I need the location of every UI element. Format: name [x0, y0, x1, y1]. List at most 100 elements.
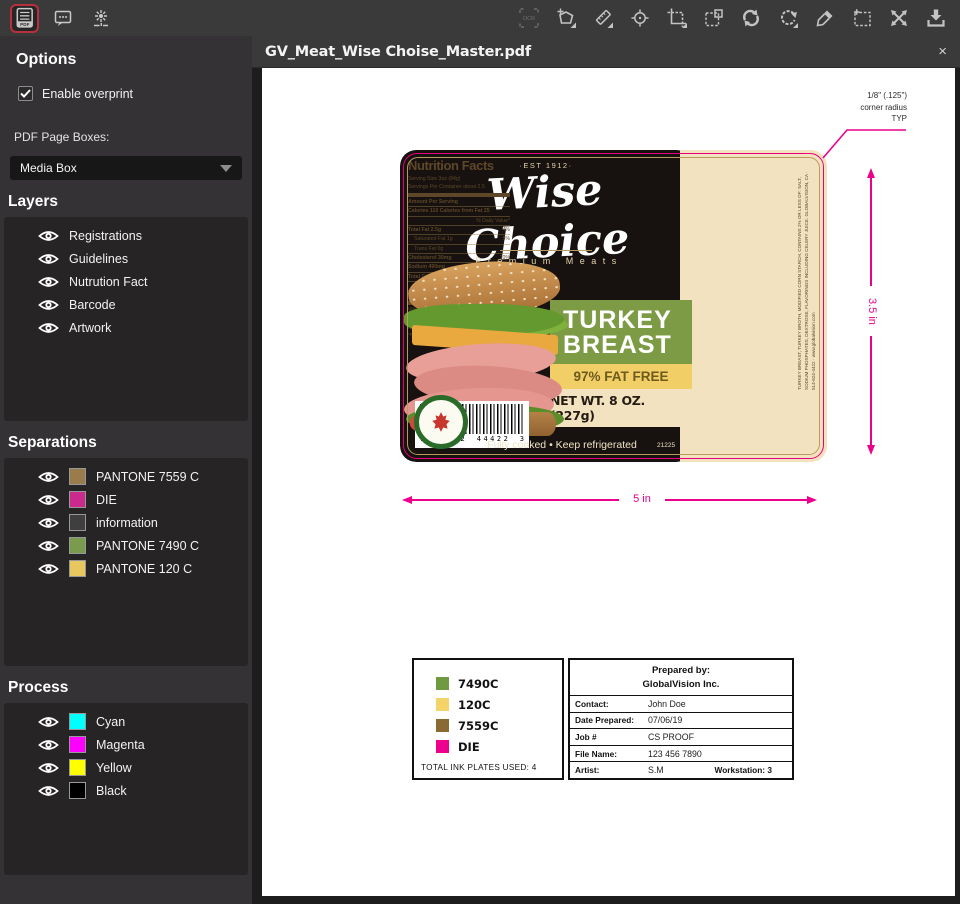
expand-arrows-icon — [888, 7, 910, 29]
eye-visibility-icon[interactable] — [38, 738, 59, 752]
flare-icon — [90, 7, 112, 29]
ink-color-swatch — [436, 698, 449, 711]
process-row[interactable]: Yellow — [4, 756, 248, 779]
download-button[interactable] — [921, 4, 950, 33]
check-icon — [20, 89, 31, 98]
prepared-by-row: Job # CS PROOF — [570, 729, 792, 746]
eye-visibility-icon[interactable] — [38, 784, 59, 798]
eye-visibility-icon[interactable] — [38, 321, 59, 335]
layer-label: Nutrution Fact — [69, 275, 148, 289]
layer-label: Guidelines — [69, 252, 128, 266]
measure-button[interactable] — [588, 4, 617, 33]
separation-row[interactable]: DIE — [4, 488, 248, 511]
add-region-button[interactable] — [847, 4, 876, 33]
separation-label: information — [96, 516, 158, 530]
process-row[interactable]: Magenta — [4, 733, 248, 756]
eye-visibility-icon[interactable] — [38, 539, 59, 553]
layer-row[interactable]: Guidelines — [4, 247, 248, 270]
eyedropper-button[interactable] — [810, 4, 839, 33]
sync-icon — [740, 7, 762, 29]
prepared-by-table: Prepared by: GlobalVision Inc. Contact: … — [568, 658, 794, 780]
ink-color-swatch — [436, 677, 449, 690]
process-color-swatch — [69, 782, 86, 799]
transform-box-button[interactable] — [699, 4, 728, 33]
pdf-page-canvas[interactable]: ·EST 1912· Wise Choice Premium Meats — [262, 68, 955, 896]
ink-plate-row: DIE — [436, 736, 562, 757]
eyedropper-icon — [814, 7, 836, 29]
process-label: Yellow — [96, 761, 132, 775]
process-color-swatch — [69, 759, 86, 776]
dieline-outline — [403, 153, 824, 459]
page-box-selected-value: Media Box — [20, 161, 77, 175]
arrow-down-icon — [867, 445, 875, 455]
ink-plates-table: 7490C 120C 7559C — [412, 658, 564, 780]
eye-visibility-icon[interactable] — [38, 715, 59, 729]
ink-color-swatch — [436, 740, 449, 753]
separation-color-swatch — [69, 468, 86, 485]
corner-radius-line1: 1/8" (.125") — [802, 90, 907, 102]
eye-visibility-icon[interactable] — [38, 229, 59, 243]
separation-row[interactable]: PANTONE 7490 C — [4, 534, 248, 557]
page-box-dropdown[interactable]: Media Box — [10, 156, 242, 180]
ocr-button[interactable]: OCR — [514, 4, 543, 33]
layer-row[interactable]: Artwork — [4, 316, 248, 339]
eye-visibility-icon[interactable] — [38, 470, 59, 484]
download-icon — [925, 7, 947, 29]
ink-total-text: TOTAL INK PLATES USED: 4 — [421, 763, 537, 772]
sync-button[interactable] — [736, 4, 765, 33]
eye-visibility-icon[interactable] — [38, 562, 59, 576]
eye-visibility-icon[interactable] — [38, 252, 59, 266]
separation-label: PANTONE 7490 C — [96, 539, 199, 553]
layer-row[interactable]: Barcode — [4, 293, 248, 316]
layer-row[interactable]: Registrations — [4, 224, 248, 247]
pdf-page-boxes-label: PDF Page Boxes: — [0, 110, 252, 150]
rotate-button[interactable] — [773, 4, 802, 33]
prepared-row-label: Date Prepared: — [570, 715, 648, 725]
process-row[interactable]: Black — [4, 779, 248, 802]
separation-row[interactable]: PANTONE 120 C — [4, 557, 248, 580]
close-icon[interactable]: × — [938, 44, 947, 59]
layer-label: Registrations — [69, 229, 142, 243]
prepared-row-label: Job # — [570, 732, 648, 742]
chevron-down-icon — [220, 165, 232, 172]
dimension-line — [870, 336, 872, 447]
crop-button[interactable] — [662, 4, 691, 33]
prepared-row-value: 07/06/19 — [648, 715, 682, 725]
separation-row[interactable]: information — [4, 511, 248, 534]
prepared-by-row: File Name: 123 456 7890 — [570, 746, 792, 763]
dimension-line — [665, 499, 808, 501]
enable-overprint-checkbox[interactable] — [18, 86, 33, 101]
prepared-row-label: Contact: — [570, 699, 648, 709]
prepared-by-header: Prepared by: GlobalVision Inc. — [570, 660, 792, 696]
separation-row[interactable]: PANTONE 7559 C — [4, 465, 248, 488]
polygon-plus-icon — [555, 7, 577, 29]
ruler-icon — [592, 7, 614, 29]
eye-visibility-icon[interactable] — [38, 493, 59, 507]
pdf-options-button[interactable]: PDF — [10, 4, 39, 33]
process-color-swatch — [69, 713, 86, 730]
corner-radius-note: 1/8" (.125") corner radius TYP — [802, 90, 907, 125]
crosshair-button[interactable] — [625, 4, 654, 33]
prepared-row-value: CS PROOF — [648, 732, 694, 742]
prepared-row-value: John Doe — [648, 699, 686, 709]
draw-region-button[interactable] — [551, 4, 580, 33]
eye-visibility-icon[interactable] — [38, 275, 59, 289]
process-label: Black — [96, 784, 127, 798]
light-table-button[interactable] — [86, 4, 115, 33]
eye-visibility-icon[interactable] — [38, 298, 59, 312]
comment-icon — [52, 7, 74, 29]
height-dimension: 3.5 in — [863, 168, 879, 455]
expand-button[interactable] — [884, 4, 913, 33]
process-row[interactable]: Cyan — [4, 710, 248, 733]
annotations-button[interactable] — [48, 4, 77, 33]
layer-row[interactable]: Nutrution Fact — [4, 270, 248, 293]
toolbar-left-group: PDF — [10, 4, 115, 33]
ink-plate-row: 7559C — [436, 715, 562, 736]
eye-visibility-icon[interactable] — [38, 761, 59, 775]
eye-visibility-icon[interactable] — [38, 516, 59, 530]
dimension-line — [870, 176, 872, 286]
ink-plate-label: DIE — [458, 740, 480, 754]
separations-panel: PANTONE 7559 C DIE — [4, 458, 248, 666]
separations-section-title: Separations — [0, 421, 252, 458]
ink-plate-rows: 7490C 120C 7559C — [414, 660, 562, 757]
